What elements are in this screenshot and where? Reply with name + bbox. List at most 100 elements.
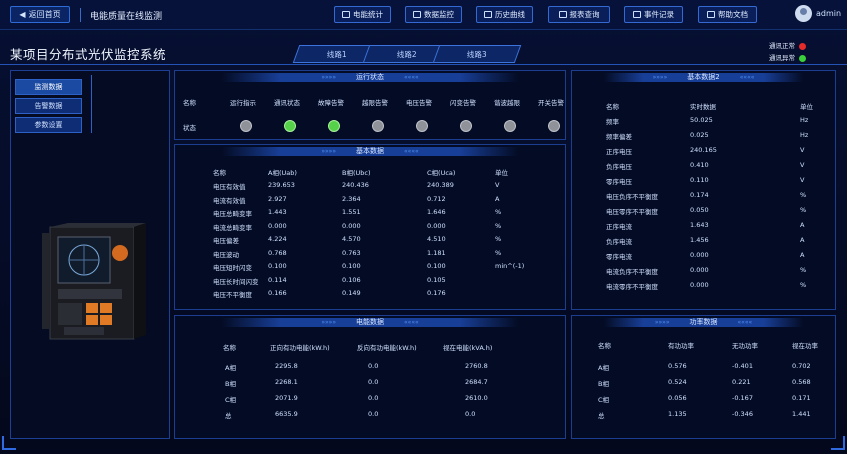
panel-header: »»»» 电能数据 «««« — [175, 316, 565, 328]
basic-col-header: C相(Uca) — [427, 169, 456, 177]
status-panel: »»»» 运行状态 «««« 名称 状态 运行指示 通讯状态 故障告警 越限告警 电压告警 闪… — [174, 70, 566, 140]
avatar — [795, 5, 812, 22]
status-indicator-icon — [328, 120, 340, 132]
basic-cell: 0.000 — [342, 221, 361, 230]
basic2-cell: 0.000 — [690, 266, 709, 274]
back-home-button[interactable]: ◀ 返回首页 — [10, 6, 70, 23]
title-separator — [80, 8, 81, 22]
power-cell: 0.702 — [792, 362, 811, 370]
power-cell: 0.524 — [668, 378, 687, 386]
basic2-cell: % — [800, 281, 807, 289]
basic-cell: 0.100 — [342, 262, 361, 270]
energy-cell: 2268.1 — [275, 378, 298, 386]
power-cell: 0.221 — [732, 378, 751, 386]
basic2-cell: 0.410 — [690, 161, 709, 169]
back-arrow-icon: ◀ — [19, 10, 26, 19]
left-sidebar: 监测数据 告警数据 参数设置 — [10, 70, 170, 439]
energy-cell: 2295.8 — [275, 362, 298, 370]
sidebar-alarm-data[interactable]: 告警数据 — [15, 98, 82, 114]
status-indicator-icon — [460, 120, 472, 132]
basic2-row-name: 电流负序不平衡度 — [606, 268, 658, 276]
nav-data-monitor-button[interactable]: 数据监控 — [405, 6, 462, 23]
panel-header: »»»» 功率数据 «««« — [572, 316, 835, 328]
nav-event-log-button[interactable]: 事件记录 — [624, 6, 683, 23]
basic2-cell: 0.025 — [690, 131, 709, 139]
basic-cell: 1.443 — [268, 208, 287, 216]
status-indicator-icon — [548, 120, 560, 132]
basic2-row-name: 负序电压 — [606, 163, 632, 171]
panel-header: »»»» 基本数据2 «««« — [572, 71, 835, 83]
frame-corner — [831, 436, 845, 450]
system-title: 某项目分布式光伏监控系统 — [10, 47, 167, 62]
help-icon — [707, 11, 715, 18]
power-cell: -0.401 — [732, 362, 753, 370]
chart-icon — [342, 11, 350, 18]
status-indicator-icon — [372, 120, 384, 132]
energy-panel-title: 电能数据 — [356, 318, 384, 326]
basic-cell: V — [495, 181, 500, 189]
power-cell: 0.056 — [668, 394, 687, 402]
row-label-state: 状态 — [183, 124, 196, 132]
basic-row-name: 电压总畸变率 — [213, 210, 252, 218]
basic-cell: 240.389 — [427, 181, 454, 189]
power-cell: 0.576 — [668, 362, 687, 370]
basic2-row-name: 正序电流 — [606, 223, 632, 231]
sidebar-monitor-data[interactable]: 监测数据 — [15, 79, 82, 95]
basic-cell: 240.436 — [342, 181, 369, 189]
power-col-header: 名称 — [598, 342, 611, 350]
basic2-cell: % — [800, 206, 807, 214]
power-row-name: A相 — [598, 364, 609, 372]
nav-report-query-button[interactable]: 报表查询 — [548, 6, 610, 23]
nav-help-button[interactable]: 帮助文档 — [698, 6, 757, 23]
basic-cell: % — [495, 248, 502, 257]
basic-row-name: 电流总畸变率 — [213, 223, 252, 232]
frame-corner — [2, 436, 16, 450]
panel-header: »»»» 基本数据 «««« — [175, 145, 565, 157]
basic-cell: 2.364 — [342, 194, 361, 203]
nav-energy-stats-button[interactable]: 电能统计 — [334, 6, 391, 23]
energy-cell: 0.0 — [368, 362, 379, 370]
energy-data-panel: »»»» 电能数据 «««« 名称 正向有功电能(kW.h) 反向有功电能(kW.h) 视… — [174, 315, 566, 439]
status-col-label: 闪变告警 — [450, 99, 476, 107]
basic-col-header: 单位 — [495, 169, 508, 177]
basic-cell: 0.712 — [427, 194, 446, 203]
basic2-cell: 1.456 — [690, 236, 709, 244]
basic2-row-name: 电压负序不平衡度 — [606, 193, 658, 201]
status-indicator-icon — [416, 120, 428, 132]
basic-cell: 2.927 — [268, 194, 287, 203]
basic2-cell: A — [800, 221, 805, 229]
power-row-name: B相 — [598, 380, 609, 388]
status-col-label: 开关告警 — [538, 99, 564, 107]
sidebar-param-settings[interactable]: 参数设置 — [15, 117, 82, 133]
basic-cell: % — [495, 208, 502, 216]
basic2-row-name: 零序电流 — [606, 253, 632, 261]
basic2-cell: 0.110 — [690, 176, 709, 184]
basic2-col-header: 名称 — [606, 103, 619, 111]
status-col-label: 故障告警 — [318, 99, 344, 107]
energy-cell: 2684.7 — [465, 378, 488, 386]
basic-row-name: 电压波动 — [213, 250, 239, 259]
power-data-panel: »»»» 功率数据 «««« 名称 有功功率 无功功率 视在功率 A相 0.576 -0.401… — [571, 315, 836, 439]
status-col-label: 电压告警 — [406, 99, 432, 107]
nav-history-curve-button[interactable]: 历史曲线 — [476, 6, 533, 23]
energy-row-name: B相 — [225, 380, 236, 388]
basic2-cell: V — [800, 161, 805, 169]
tab-line3[interactable]: 线路3 — [432, 45, 522, 63]
status-col-label: 运行指示 — [230, 99, 256, 107]
power-col-header: 视在功率 — [792, 342, 818, 350]
basic2-cell: % — [800, 191, 807, 199]
basic2-col-header: 实时数据 — [690, 103, 716, 111]
basic-row-name: 电压偏差 — [213, 237, 239, 245]
basic2-cell: 240.165 — [690, 146, 717, 154]
header-divider — [0, 64, 847, 65]
status-indicator-icon — [504, 120, 516, 132]
power-col-header: 无功功率 — [732, 342, 758, 350]
energy-cell: 0.0 — [465, 410, 476, 418]
app-title: 电能质量在线监测 — [90, 12, 163, 22]
monitor-icon — [413, 11, 421, 18]
basic-cell: 4.224 — [268, 235, 287, 243]
basic-row-name: 电流有效值 — [213, 196, 246, 205]
user-menu[interactable]: admin — [795, 5, 841, 22]
basic2-cell: 1.643 — [690, 221, 709, 229]
row-label-name: 名称 — [183, 99, 196, 107]
